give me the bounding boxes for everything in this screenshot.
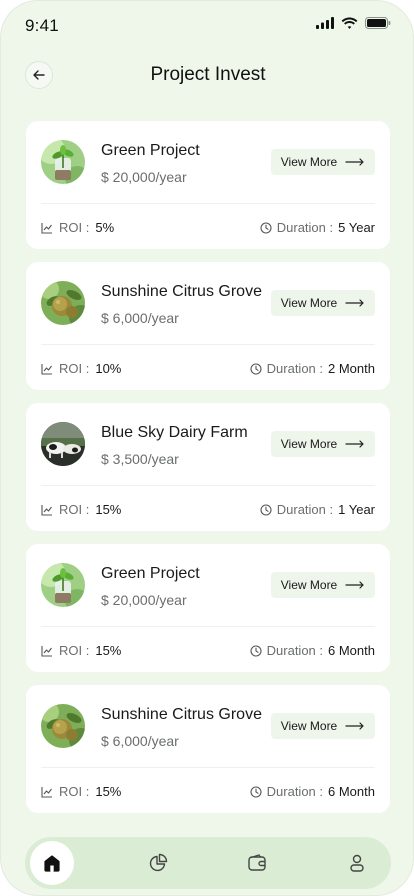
trend-icon [41, 504, 52, 516]
card-divider [41, 485, 375, 486]
duration-label: Duration : [266, 361, 324, 376]
duration-info: Duration : 6 Month [250, 784, 375, 799]
clock-icon [250, 362, 262, 375]
roi-value: 15% [95, 643, 122, 658]
roi-label: ROI : [59, 361, 90, 376]
project-image [41, 281, 85, 325]
view-more-label: View More [280, 155, 338, 169]
clock-icon [260, 503, 272, 516]
project-card[interactable]: Green Project $ 20,000/year View More ROI :… [26, 544, 390, 672]
wallet-icon [248, 854, 266, 871]
duration-info: Duration : 6 Month [250, 643, 375, 658]
arrow-right-icon [345, 158, 364, 166]
project-name: Green Project [101, 142, 200, 159]
view-more-label: View More [280, 437, 338, 451]
arrow-right-icon [345, 299, 364, 307]
view-more-label: View More [280, 578, 338, 592]
page-title: Project Invest [150, 64, 266, 85]
roi-info: ROI : 15% [41, 643, 121, 658]
pie-chart-icon [149, 853, 168, 872]
roi-label: ROI : [59, 502, 90, 517]
card-divider [41, 344, 375, 345]
project-price: $ 3,500/year [101, 451, 179, 467]
battery-icon [365, 17, 391, 29]
project-price: $ 20,000/year [101, 169, 187, 185]
project-price: $ 6,000/year [101, 733, 179, 749]
header: Project Invest [1, 57, 413, 97]
duration-value: 1 Year [338, 502, 375, 517]
project-card[interactable]: Sunshine Citrus Grove $ 6,000/year View Mo… [26, 262, 390, 390]
project-card[interactable]: Sunshine Citrus Grove $ 6,000/year View Mo… [26, 685, 390, 813]
project-name: Sunshine Citrus Grove [101, 283, 262, 300]
nav-home[interactable] [30, 841, 74, 885]
duration-info: Duration : 2 Month [250, 361, 375, 376]
view-more-button[interactable]: View More [271, 431, 375, 457]
project-image [41, 563, 85, 607]
trend-icon [41, 786, 52, 798]
clock-icon [250, 785, 262, 798]
roi-label: ROI : [59, 643, 90, 658]
view-more-label: View More [280, 296, 338, 310]
duration-info: Duration : 1 Year [260, 502, 375, 517]
duration-info: Duration : 5 Year [260, 220, 375, 235]
arrow-right-icon [345, 581, 364, 589]
duration-label: Duration : [266, 784, 324, 799]
duration-label: Duration : [276, 220, 334, 235]
view-more-button[interactable]: View More [271, 572, 375, 598]
clock-icon [250, 644, 262, 657]
roi-info: ROI : 5% [41, 220, 114, 235]
roi-value: 5% [95, 220, 115, 235]
roi-info: ROI : 10% [41, 361, 121, 376]
card-divider [41, 626, 375, 627]
roi-value: 10% [95, 361, 122, 376]
project-name: Sunshine Citrus Grove [101, 706, 262, 723]
profile-icon [350, 854, 364, 872]
project-price: $ 6,000/year [101, 310, 179, 326]
trend-icon [41, 645, 52, 657]
view-more-button[interactable]: View More [271, 713, 375, 739]
phone-screen: 9:41 Project Invest Green Project $ 20,0… [0, 0, 414, 896]
roi-label: ROI : [59, 220, 90, 235]
signal-icon [316, 17, 334, 29]
duration-value: 6 Month [328, 643, 375, 658]
project-name: Green Project [101, 565, 200, 582]
bottom-nav [25, 837, 391, 889]
clock-icon [260, 221, 272, 234]
card-divider [41, 767, 375, 768]
project-card[interactable]: Green Project $ 20,000/year View More ROI :… [26, 121, 390, 249]
duration-label: Duration : [266, 643, 324, 658]
status-bar: 9:41 [1, 1, 413, 51]
wifi-icon [341, 17, 358, 29]
card-divider [41, 203, 375, 204]
trend-icon [41, 222, 52, 234]
roi-info: ROI : 15% [41, 502, 121, 517]
duration-value: 2 Month [328, 361, 375, 376]
duration-value: 5 Year [338, 220, 375, 235]
trend-icon [41, 363, 52, 375]
duration-value: 6 Month [328, 784, 375, 799]
status-icons [316, 17, 391, 29]
roi-value: 15% [95, 784, 122, 799]
nav-portfolio[interactable] [136, 841, 180, 885]
arrow-right-icon [345, 722, 364, 730]
arrow-right-icon [345, 440, 364, 448]
duration-label: Duration : [276, 502, 334, 517]
view-more-button[interactable]: View More [271, 290, 375, 316]
nav-profile[interactable] [335, 841, 379, 885]
roi-label: ROI : [59, 784, 90, 799]
view-more-button[interactable]: View More [271, 149, 375, 175]
project-name: Blue Sky Dairy Farm [101, 424, 248, 441]
project-price: $ 20,000/year [101, 592, 187, 608]
project-image [41, 704, 85, 748]
project-card[interactable]: Blue Sky Dairy Farm $ 3,500/year View More… [26, 403, 390, 531]
view-more-label: View More [280, 719, 338, 733]
home-icon [44, 855, 60, 872]
nav-wallet[interactable] [235, 841, 279, 885]
project-image [41, 140, 85, 184]
status-time: 9:41 [25, 16, 59, 35]
roi-info: ROI : 15% [41, 784, 121, 799]
roi-value: 15% [95, 502, 122, 517]
project-image [41, 422, 85, 466]
